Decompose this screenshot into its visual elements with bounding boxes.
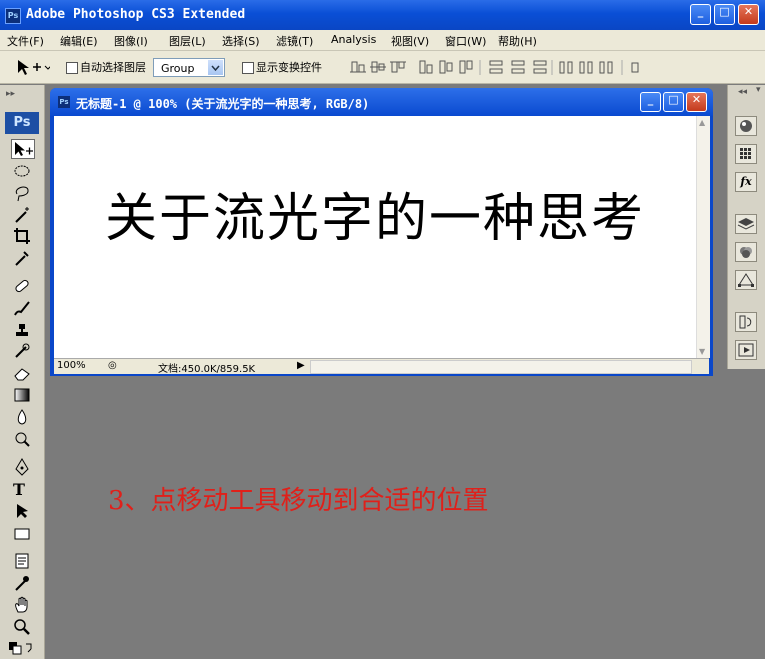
menu-edit[interactable]: 编辑(E) [60, 33, 98, 49]
magic-wand-icon[interactable] [13, 206, 31, 224]
status-menu-arrow-icon[interactable]: ▶ [297, 360, 305, 371]
eraser-tool-icon[interactable] [13, 364, 31, 382]
move-tool-icon[interactable] [11, 139, 35, 159]
zoom-level[interactable]: 100% [57, 360, 86, 371]
auto-select-dropdown[interactable]: Group [153, 58, 225, 77]
maximize-button[interactable]: □ [714, 4, 735, 25]
close-button[interactable]: ✕ [738, 4, 759, 25]
status-info-icon[interactable]: ◎ [108, 360, 117, 371]
gradient-tool-icon[interactable] [13, 386, 31, 404]
blur-tool-icon[interactable] [13, 408, 31, 426]
actions-panel-icon[interactable] [735, 340, 757, 360]
document-canvas[interactable]: 关于流光字的一种思考 [54, 116, 696, 358]
menu-file[interactable]: 文件(F) [7, 33, 44, 49]
move-tool-preset-icon[interactable] [16, 58, 50, 76]
dock-menu-icon[interactable]: ▾ [756, 85, 761, 95]
menu-bar: 文件(F) 编辑(E) 图像(I) 图层(L) 选择(S) 滤镜(T) Anal… [0, 30, 765, 51]
document-close-button[interactable]: ✕ [686, 92, 707, 112]
pen-tool-icon[interactable] [13, 458, 31, 476]
document-status-bar: 100% ◎ 文档:450.0K/859.5K ▶ [54, 358, 709, 375]
vertical-scrollbar[interactable]: ▲ ▼ [696, 116, 710, 358]
zoom-tool-icon[interactable] [13, 618, 31, 636]
tutorial-annotation: 3、点移动工具移动到合适的位置 [108, 486, 489, 516]
healing-brush-icon[interactable] [13, 277, 31, 295]
show-transform-label: 显示变换控件 [256, 61, 322, 74]
menu-window[interactable]: 窗口(W) [445, 33, 486, 49]
channels-panel-icon[interactable] [735, 242, 757, 262]
menu-layer[interactable]: 图层(L) [169, 33, 206, 49]
document-size: 文档:450.0K/859.5K [158, 364, 256, 375]
photoshop-logo: Ps [5, 112, 39, 134]
hand-tool-icon[interactable] [13, 596, 31, 614]
document-title: 无标题-1 @ 100% (关于流光字的一种思考, RGB/8) [76, 97, 370, 111]
app-title: Adobe Photoshop CS3 Extended [26, 7, 246, 22]
auto-select-value: Group [161, 62, 195, 75]
type-tool-icon[interactable]: T [13, 480, 31, 499]
brush-tool-icon[interactable] [13, 299, 31, 317]
navigator-panel-icon[interactable] [735, 116, 757, 136]
menu-select[interactable]: 选择(S) [222, 33, 260, 49]
menu-filter[interactable]: 滤镜(T) [276, 33, 313, 49]
document-maximize-button[interactable]: □ [663, 92, 684, 112]
canvas-text-layer[interactable]: 关于流光字的一种思考 [54, 176, 696, 251]
history-panel-icon[interactable] [735, 312, 757, 332]
options-bar: 自动选择图层 Group 显示变换控件 [0, 51, 765, 84]
document-window: Ps 无标题-1 @ 100% (关于流光字的一种思考, RGB/8) _ □ … [50, 88, 713, 376]
dodge-tool-icon[interactable] [13, 430, 31, 448]
tools-panel: ▸▸ Ps T [0, 85, 45, 659]
scroll-down-icon[interactable]: ▼ [699, 347, 705, 356]
document-title-bar: Ps 无标题-1 @ 100% (关于流光字的一种思考, RGB/8) _ □ … [50, 88, 713, 116]
document-ps-icon: Ps [58, 96, 70, 108]
panel-dock: ◂◂ ▾ fx [727, 85, 765, 369]
clone-stamp-icon[interactable] [13, 321, 31, 339]
align-distribute-icons[interactable] [350, 59, 640, 77]
swatches-panel-icon[interactable] [735, 144, 757, 164]
styles-panel-icon[interactable]: fx [735, 172, 757, 192]
show-transform-checkbox[interactable] [242, 62, 254, 74]
menu-image[interactable]: 图像(I) [114, 33, 148, 49]
collapse-panel-icon[interactable]: ▸▸ [6, 89, 15, 99]
rectangle-tool-icon[interactable] [13, 525, 31, 543]
menu-analysis[interactable]: Analysis [331, 33, 376, 46]
auto-select-checkbox[interactable] [66, 62, 78, 74]
history-brush-icon[interactable] [13, 342, 31, 360]
menu-view[interactable]: 视图(V) [391, 33, 429, 49]
photoshop-app-icon: Ps [5, 8, 21, 24]
auto-select-label: 自动选择图层 [80, 61, 146, 74]
eyedropper-slice-icon[interactable] [13, 249, 31, 267]
menu-help[interactable]: 帮助(H) [498, 33, 537, 49]
minimize-button[interactable]: _ [690, 4, 711, 25]
collapse-dock-icon[interactable]: ◂◂ [738, 87, 747, 97]
lasso-tool-icon[interactable] [13, 184, 31, 202]
crop-tool-icon[interactable] [13, 227, 31, 245]
document-minimize-button[interactable]: _ [640, 92, 661, 112]
foreground-background-color-icon[interactable] [8, 640, 38, 658]
elliptical-marquee-icon[interactable] [13, 162, 31, 180]
layers-panel-icon[interactable] [735, 214, 757, 234]
app-title-bar: Ps Adobe Photoshop CS3 Extended _ □ ✕ [0, 0, 765, 30]
paths-panel-icon[interactable] [735, 270, 757, 290]
notes-tool-icon[interactable] [13, 552, 31, 570]
scroll-up-icon[interactable]: ▲ [699, 118, 705, 127]
chevron-down-icon [208, 60, 223, 75]
horizontal-scrollbar[interactable] [310, 360, 692, 374]
eyedropper-icon[interactable] [13, 574, 31, 592]
path-selection-icon[interactable] [13, 502, 31, 520]
